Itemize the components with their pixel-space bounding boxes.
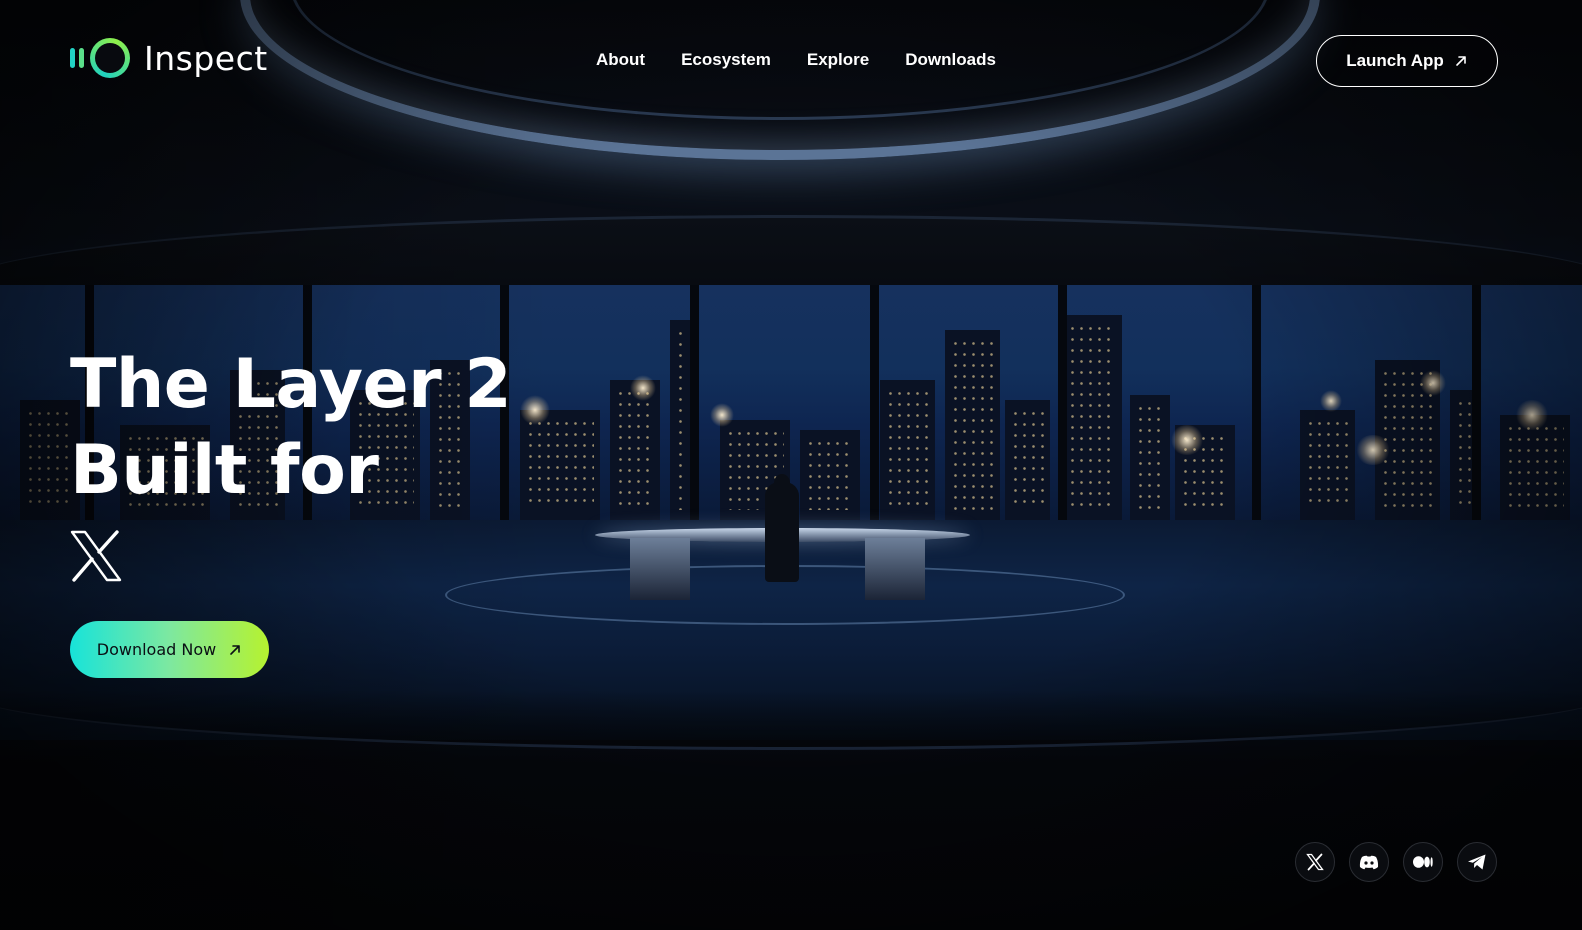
main-nav: About Ecosystem Explore Downloads: [596, 50, 996, 70]
launch-app-button[interactable]: Launch App: [1316, 35, 1498, 87]
site-header: Inspect About Ecosystem Explore Download…: [0, 0, 1582, 122]
inspect-logo-icon: [70, 38, 130, 78]
social-links: [1295, 842, 1497, 882]
hero-title-line-1: The Layer 2: [70, 345, 512, 424]
social-discord-link[interactable]: [1349, 842, 1389, 882]
social-telegram-link[interactable]: [1457, 842, 1497, 882]
telegram-icon: [1468, 854, 1486, 870]
download-now-button[interactable]: Download Now: [70, 621, 269, 678]
nav-link-explore[interactable]: Explore: [807, 50, 869, 70]
arrow-up-right-icon: [230, 644, 241, 655]
hero-title: The Layer 2 Built for: [70, 342, 512, 514]
arrow-up-right-icon: [1455, 56, 1466, 66]
x-icon: [1306, 853, 1324, 871]
nav-link-downloads[interactable]: Downloads: [905, 50, 996, 70]
social-medium-link[interactable]: [1403, 842, 1443, 882]
download-now-label: Download Now: [96, 640, 217, 659]
x-logo-icon: [70, 530, 122, 582]
nav-link-ecosystem[interactable]: Ecosystem: [681, 50, 771, 70]
social-x-link[interactable]: [1295, 842, 1335, 882]
brand-logo[interactable]: Inspect: [70, 38, 268, 78]
launch-app-label: Launch App: [1346, 51, 1444, 70]
brand-name: Inspect: [144, 38, 268, 78]
nav-link-about[interactable]: About: [596, 50, 645, 70]
hero-title-line-2: Built for: [70, 431, 379, 510]
medium-icon: [1413, 856, 1433, 868]
discord-icon: [1359, 855, 1379, 870]
